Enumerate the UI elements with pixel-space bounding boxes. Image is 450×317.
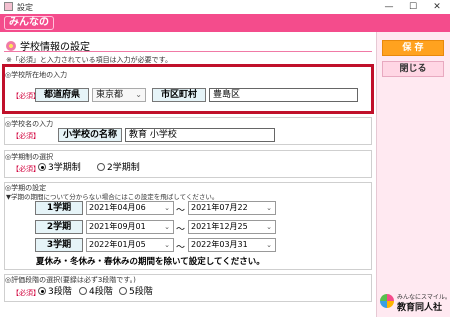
- brand-name: 教育同人社: [397, 303, 443, 313]
- term-3-label: 3学期: [35, 238, 83, 252]
- school-name-input[interactable]: 教育 小学校: [125, 128, 275, 142]
- chevron-down-icon: ⌄: [266, 204, 272, 212]
- chevron-down-icon: ⌄: [164, 204, 170, 212]
- save-button[interactable]: 保 存: [382, 40, 444, 56]
- term-2-label: 2学期: [35, 220, 83, 234]
- term-3-radio[interactable]: 3学期制: [38, 162, 81, 174]
- flower-icon: [6, 41, 16, 51]
- title-bar: 設定 — ☐ ✕: [0, 0, 450, 14]
- term-1-end-date[interactable]: 2021年07月22 ⌄: [188, 201, 276, 215]
- range-separator: 〜: [176, 206, 186, 216]
- close-button[interactable]: 閉じる: [382, 61, 444, 77]
- term-1-start-date[interactable]: 2021年04月06 ⌄: [86, 201, 174, 215]
- app-logo: みんなの: [4, 16, 54, 30]
- required-badge: 【必須】: [12, 165, 40, 173]
- close-window-button[interactable]: ✕: [426, 0, 448, 14]
- radio-unselected-icon: [79, 287, 87, 295]
- address-highlight-frame: [2, 64, 374, 114]
- term-3-start-date[interactable]: 2022年01月05 ⌄: [86, 238, 174, 252]
- header-banner: みんなの: [0, 14, 450, 32]
- radio-unselected-icon: [97, 163, 105, 171]
- evaluation-5-radio[interactable]: 5段階: [119, 286, 153, 298]
- term-3-end-date[interactable]: 2022年03月31 ⌄: [188, 238, 276, 252]
- chevron-down-icon: ⌄: [164, 223, 170, 231]
- term-dates-footer-note: 夏休み・冬休み・春休みの期間を除いて設定してください。: [36, 257, 265, 267]
- range-separator: 〜: [176, 243, 186, 253]
- term-dates-instruction: ▼学期の期間について分からない場合にはこの設定を飛ばしてください。: [6, 193, 219, 201]
- radio-selected-icon: [38, 287, 46, 295]
- evaluation-group-title: ◎評価段階の選択(要録は必ず3段階です。): [5, 276, 136, 284]
- evaluation-4-radio[interactable]: 4段階: [79, 286, 113, 298]
- chevron-down-icon: ⌄: [266, 223, 272, 231]
- smile-logo-icon: [380, 294, 394, 308]
- term-2-start-date[interactable]: 2021年09月01 ⌄: [86, 220, 174, 234]
- term-system-group-title: ◎学期制の選択: [5, 153, 54, 161]
- window-title: 設定: [17, 3, 33, 12]
- minimize-button[interactable]: —: [378, 0, 400, 14]
- app-icon: [4, 2, 13, 11]
- term-2-end-date[interactable]: 2021年12月25 ⌄: [188, 220, 276, 234]
- radio-selected-icon: [38, 163, 46, 171]
- term-1-label: 1学期: [35, 201, 83, 215]
- term-2-radio[interactable]: 2学期制: [97, 162, 140, 174]
- school-name-group-title: ◎学校名の入力: [5, 120, 54, 128]
- title-divider: [4, 51, 372, 52]
- evaluation-3-radio[interactable]: 3段階: [38, 286, 72, 298]
- brand-logo: みんなにスマイル。 教育同人社: [379, 291, 450, 315]
- range-separator: 〜: [176, 225, 186, 235]
- school-name-label: 小学校の名称: [58, 128, 122, 142]
- chevron-down-icon: ⌄: [164, 241, 170, 249]
- required-badge: 【必須】: [12, 289, 40, 297]
- chevron-down-icon: ⌄: [266, 241, 272, 249]
- radio-unselected-icon: [119, 287, 127, 295]
- required-badge: 【必須】: [12, 132, 40, 140]
- maximize-button[interactable]: ☐: [402, 0, 424, 14]
